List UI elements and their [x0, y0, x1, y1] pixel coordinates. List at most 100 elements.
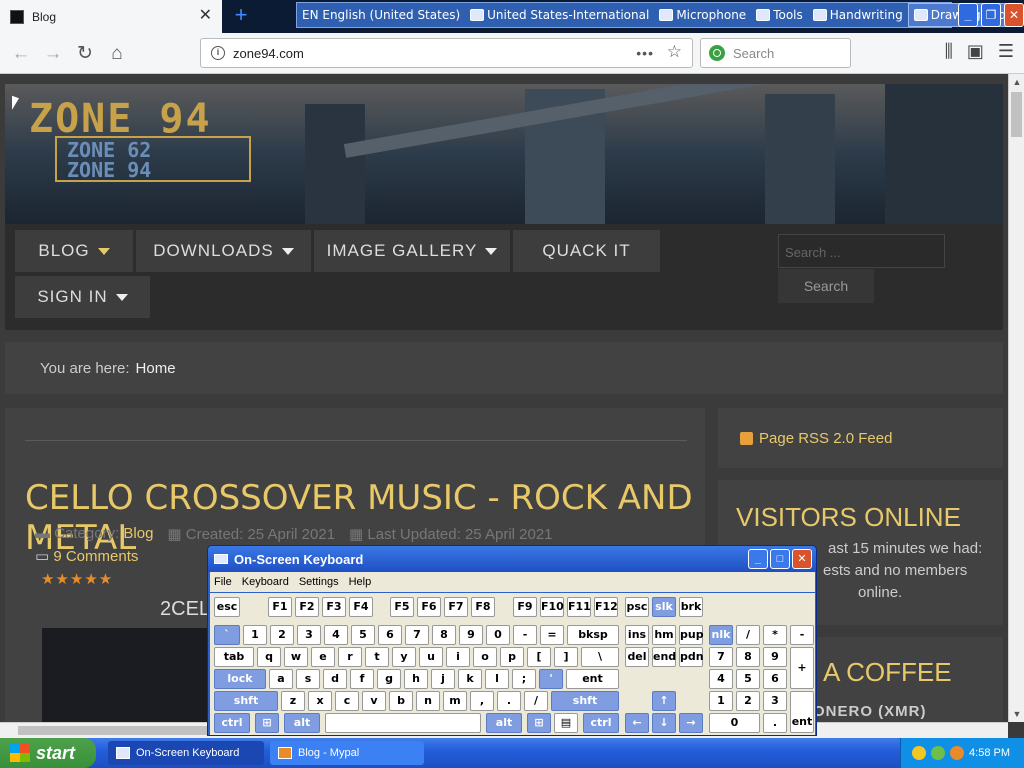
tools-button[interactable]: Tools — [751, 3, 808, 27]
osk-key[interactable]: / — [524, 691, 548, 711]
osk-key[interactable]: g — [377, 669, 401, 689]
osk-key[interactable]: ctrl — [214, 713, 250, 733]
sidebar-icon[interactable]: ▣ — [967, 41, 984, 62]
osk-key[interactable]: ` — [214, 625, 240, 645]
osk-key[interactable]: ▤ — [554, 713, 578, 733]
osk-key[interactable]: ; — [512, 669, 536, 689]
minimize-button[interactable]: _ — [958, 3, 978, 27]
osk-key[interactable]: ctrl — [583, 713, 619, 733]
menu-item-sign-in[interactable]: SIGN IN — [15, 276, 150, 318]
osk-key[interactable]: 4 — [324, 625, 348, 645]
osk-key[interactable]: w — [284, 647, 308, 667]
handwriting-button[interactable]: Handwriting — [808, 3, 908, 27]
rating-stars[interactable]: ★★★★★ — [41, 570, 113, 588]
osk-title-bar[interactable]: On-Screen Keyboard _ □ ✕ — [208, 546, 816, 572]
bookmark-star-icon[interactable]: ☆ — [667, 42, 682, 62]
osk-key[interactable]: shft — [214, 691, 278, 711]
osk-key[interactable]: F1 — [268, 597, 292, 617]
osk-key[interactable]: c — [335, 691, 359, 711]
osk-key[interactable]: pup — [679, 625, 704, 645]
clock[interactable]: 4:58 PM — [969, 747, 1010, 759]
osk-key[interactable]: m — [443, 691, 467, 711]
osk-key[interactable]: F8 — [471, 597, 495, 617]
osk-key[interactable]: ent — [566, 669, 619, 689]
osk-key[interactable]: pdn — [679, 647, 704, 667]
osk-key[interactable]: F10 — [540, 597, 564, 617]
osk-key[interactable]: ↑ — [652, 691, 676, 711]
osk-key[interactable]: → — [679, 713, 703, 733]
osk-maximize-button[interactable]: □ — [770, 549, 790, 569]
osk-key[interactable]: q — [257, 647, 281, 667]
osk-key[interactable]: 3 — [297, 625, 321, 645]
osk-key[interactable]: 4 — [709, 669, 733, 689]
osk-key[interactable]: * — [763, 625, 787, 645]
microphone-button[interactable]: Microphone — [654, 3, 751, 27]
osk-key[interactable]: s — [296, 669, 320, 689]
keyboard-layout-selector[interactable]: United States-International — [465, 3, 654, 27]
osk-key[interactable]: tab — [214, 647, 254, 667]
osk-key[interactable]: f — [350, 669, 374, 689]
url-bar[interactable]: i zone94.com ••• ☆ — [200, 38, 693, 68]
task-on-screen-keyboard[interactable]: On-Screen Keyboard — [108, 741, 264, 765]
osk-key[interactable]: ← — [625, 713, 649, 733]
osk-key[interactable]: F4 — [349, 597, 373, 617]
osk-key[interactable]: ⊞ — [255, 713, 279, 733]
osk-key[interactable]: F3 — [322, 597, 346, 617]
osk-key[interactable]: r — [338, 647, 362, 667]
osk-key[interactable]: 8 — [736, 647, 760, 667]
osk-menu-help[interactable]: Help — [349, 576, 372, 588]
osk-key[interactable]: v — [362, 691, 386, 711]
osk-key[interactable]: end — [652, 647, 676, 667]
osk-key[interactable]: 0 — [486, 625, 510, 645]
network-icon[interactable] — [931, 746, 946, 760]
hscroll-thumb[interactable] — [18, 726, 208, 735]
osk-key[interactable]: F9 — [513, 597, 537, 617]
osk-key[interactable]: + — [790, 647, 814, 689]
osk-key[interactable]: 7 — [709, 647, 733, 667]
library-icon[interactable]: ⫼ — [945, 41, 953, 62]
osk-close-button[interactable]: ✕ — [792, 549, 812, 569]
osk-key[interactable]: - — [790, 625, 814, 645]
osk-key[interactable] — [325, 713, 481, 733]
osk-key[interactable]: del — [625, 647, 649, 667]
osk-key[interactable]: 2 — [270, 625, 294, 645]
rss-module[interactable]: Page RSS 2.0 Feed — [718, 408, 1003, 468]
osk-key[interactable]: F7 — [444, 597, 468, 617]
back-arrow-icon[interactable]: ← — [8, 41, 34, 67]
rss-link[interactable]: Page RSS 2.0 Feed — [759, 430, 892, 447]
osk-key[interactable]: 8 — [432, 625, 456, 645]
page-actions-icon[interactable]: ••• — [636, 45, 654, 61]
osk-key[interactable]: / — [736, 625, 760, 645]
close-window-button[interactable]: ✕ — [1004, 3, 1024, 27]
osk-key[interactable]: j — [431, 669, 455, 689]
osk-key[interactable]: [ — [527, 647, 551, 667]
osk-menu-keyboard[interactable]: Keyboard — [242, 576, 289, 588]
osk-key[interactable]: F12 — [594, 597, 618, 617]
osk-key[interactable]: ↓ — [652, 713, 676, 733]
osk-key[interactable]: alt — [486, 713, 522, 733]
osk-key[interactable]: ] — [554, 647, 578, 667]
start-button[interactable]: start — [0, 738, 96, 768]
osk-key[interactable]: p — [500, 647, 524, 667]
osk-key[interactable]: h — [404, 669, 428, 689]
osk-key[interactable]: a — [269, 669, 293, 689]
osk-key[interactable]: k — [458, 669, 482, 689]
language-selector[interactable]: EN English (United States) — [297, 3, 465, 27]
browser-tab[interactable]: Blog ✕ — [0, 0, 222, 33]
security-shield-icon[interactable] — [912, 746, 927, 760]
osk-key[interactable]: 9 — [763, 647, 787, 667]
osk-key[interactable]: - — [513, 625, 537, 645]
site-search-input[interactable]: Search ... — [778, 234, 945, 268]
menu-item-quack-it[interactable]: QUACK IT — [513, 230, 660, 272]
site-info-icon[interactable]: i — [211, 46, 225, 60]
scroll-down-icon[interactable]: ▼ — [1009, 706, 1024, 722]
osk-key[interactable]: bksp — [567, 625, 619, 645]
new-tab-button[interactable]: + — [230, 4, 252, 28]
osk-key[interactable]: F6 — [417, 597, 441, 617]
osk-key[interactable]: slk — [652, 597, 676, 617]
osk-key[interactable]: F2 — [295, 597, 319, 617]
osk-key[interactable]: 1 — [709, 691, 733, 711]
osk-key[interactable]: t — [365, 647, 389, 667]
osk-key[interactable]: alt — [284, 713, 320, 733]
osk-key[interactable]: b — [389, 691, 413, 711]
